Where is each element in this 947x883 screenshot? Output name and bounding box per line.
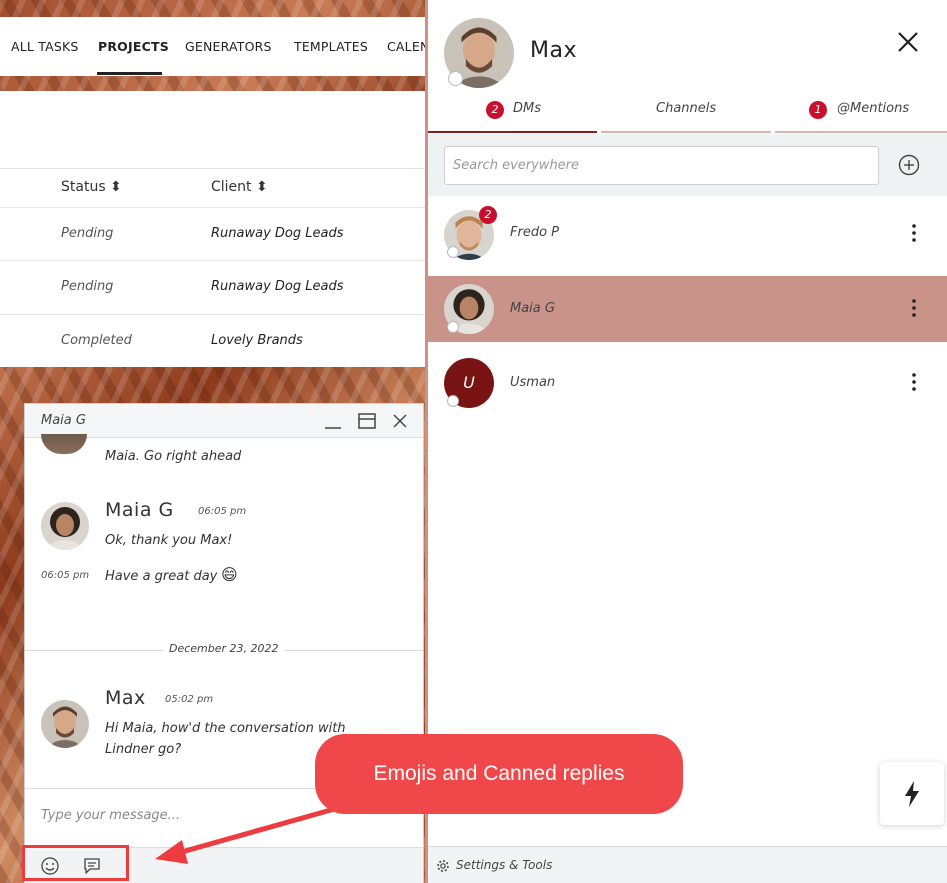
annotation-highlight [22,845,129,881]
annotation-callout: Emojis and Canned replies [315,734,683,814]
